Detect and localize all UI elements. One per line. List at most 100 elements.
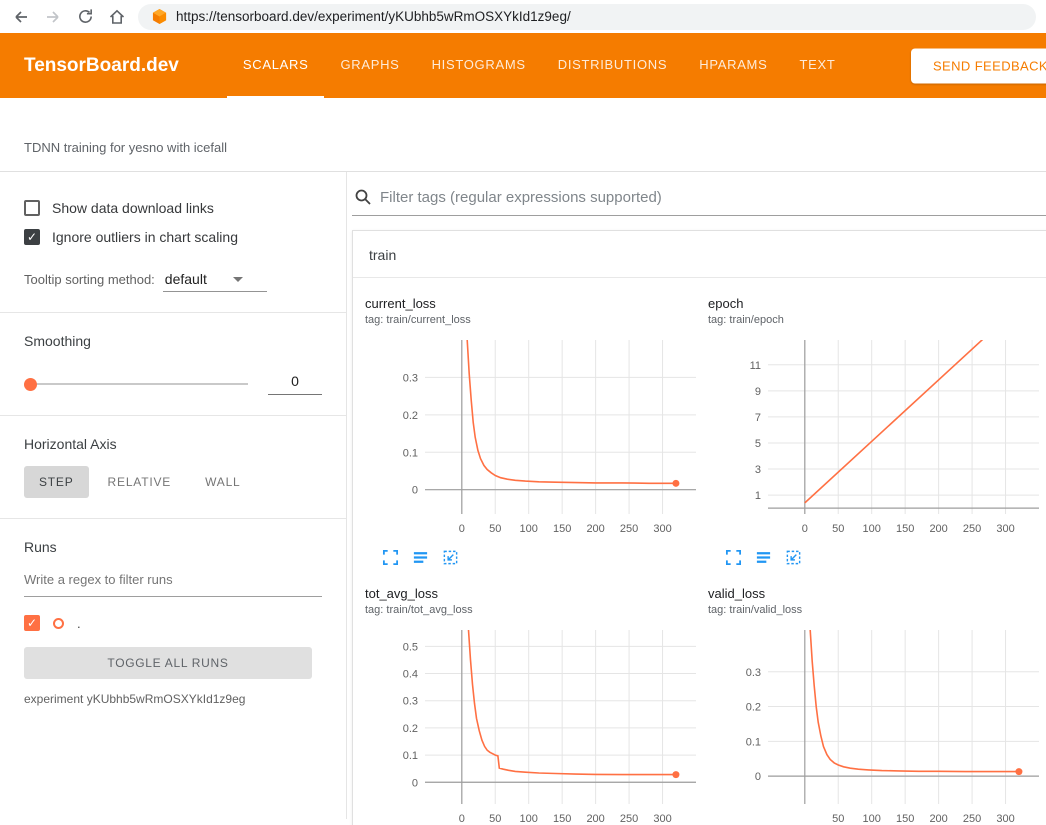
- svg-text:200: 200: [586, 523, 604, 535]
- svg-text:0.5: 0.5: [403, 641, 418, 653]
- tab-scalars[interactable]: SCALARS: [227, 33, 325, 98]
- show-download-links-checkbox-row[interactable]: Show data download links: [24, 200, 322, 216]
- svg-text:100: 100: [863, 523, 881, 535]
- tag-filter-field[interactable]: [352, 172, 1046, 216]
- run-checkbox-icon[interactable]: [24, 615, 40, 631]
- runs-filter-field[interactable]: [24, 571, 322, 597]
- svg-text:100: 100: [863, 813, 881, 825]
- svg-text:0.2: 0.2: [746, 702, 761, 714]
- smoothing-slider[interactable]: [24, 383, 248, 385]
- divider: [0, 415, 346, 416]
- svg-text:250: 250: [620, 813, 638, 825]
- tooltip-sorting-value: default: [165, 271, 207, 287]
- line-chart-tot-avg-loss[interactable]: 05010015020025030000.10.20.30.40.5: [365, 624, 702, 825]
- horizontal-axis-label: Horizontal Axis: [24, 436, 322, 452]
- chart-card-epoch: epoch tag: train/epoch 05010015020025030…: [708, 296, 1045, 568]
- svg-text:150: 150: [553, 523, 571, 535]
- svg-text:0: 0: [802, 523, 808, 535]
- svg-text:200: 200: [586, 813, 604, 825]
- run-color-swatch-icon: [53, 618, 64, 629]
- expand-chart-icon[interactable]: [723, 547, 744, 568]
- back-icon[interactable]: [10, 6, 32, 28]
- smoothing-label: Smoothing: [24, 333, 322, 349]
- svg-text:300: 300: [996, 813, 1014, 825]
- svg-text:50: 50: [832, 523, 844, 535]
- chart-title: current_loss: [365, 296, 702, 311]
- main-nav: SCALARS GRAPHS HISTOGRAMS DISTRIBUTIONS …: [227, 33, 852, 98]
- axis-relative-button[interactable]: RELATIVE: [93, 466, 187, 498]
- chart-card-tot-avg-loss: tot_avg_loss tag: train/tot_avg_loss 050…: [365, 586, 702, 825]
- svg-text:0.3: 0.3: [403, 696, 418, 708]
- expand-chart-icon[interactable]: [380, 547, 401, 568]
- address-bar[interactable]: https://tensorboard.dev/experiment/yKUbh…: [138, 4, 1036, 30]
- home-icon[interactable]: [106, 6, 128, 28]
- line-chart-valid-loss[interactable]: 5010015020025030000.10.20.3: [708, 624, 1045, 825]
- line-chart-current-loss[interactable]: 05010015020025030000.10.20.3: [365, 334, 702, 540]
- runs-label: Runs: [24, 539, 322, 555]
- scalars-dashboard: train current_loss tag: train/current_lo…: [347, 172, 1046, 819]
- runs-filter-input[interactable]: [24, 572, 322, 587]
- axis-step-button[interactable]: STEP: [24, 466, 89, 498]
- svg-text:0: 0: [459, 523, 465, 535]
- svg-text:200: 200: [929, 523, 947, 535]
- run-row[interactable]: .: [24, 615, 322, 631]
- runs-selector-icon[interactable]: [410, 547, 431, 568]
- tab-text[interactable]: TEXT: [783, 33, 851, 98]
- brand-logo: TensorBoard.dev: [24, 55, 179, 77]
- svg-text:3: 3: [755, 464, 761, 476]
- tab-distributions[interactable]: DISTRIBUTIONS: [542, 33, 684, 98]
- svg-text:100: 100: [520, 523, 538, 535]
- runs-selector-icon[interactable]: [753, 547, 774, 568]
- url-text: https://tensorboard.dev/experiment/yKUbh…: [176, 9, 571, 24]
- slider-thumb[interactable]: [24, 378, 37, 391]
- divider: [0, 312, 346, 313]
- tag-filter-input[interactable]: [380, 189, 1046, 206]
- tab-hparams[interactable]: HPARAMS: [683, 33, 783, 98]
- svg-text:0: 0: [755, 771, 761, 783]
- tensorboard-favicon: [152, 9, 167, 24]
- experiment-description: TDNN training for yesno with icefall: [0, 98, 1046, 172]
- send-feedback-button[interactable]: SEND FEEDBACK: [911, 48, 1046, 83]
- toggle-all-runs-button[interactable]: TOGGLE ALL RUNS: [24, 647, 312, 679]
- tooltip-sorting-dropdown[interactable]: default: [163, 271, 267, 292]
- chart-title: valid_loss: [708, 586, 1045, 601]
- checkbox-checked-icon[interactable]: [24, 229, 40, 245]
- ignore-outliers-checkbox-row[interactable]: Ignore outliers in chart scaling: [24, 229, 322, 245]
- show-download-links-label: Show data download links: [52, 200, 214, 216]
- chart-card-current-loss: current_loss tag: train/current_loss 050…: [365, 296, 702, 568]
- svg-text:250: 250: [963, 813, 981, 825]
- svg-text:0.3: 0.3: [746, 667, 761, 679]
- app-header: TensorBoard.dev SCALARS GRAPHS HISTOGRAM…: [0, 33, 1046, 98]
- line-chart-epoch[interactable]: 0501001502002503001357911: [708, 334, 1045, 540]
- axis-wall-button[interactable]: WALL: [190, 466, 255, 498]
- chart-tag: tag: train/valid_loss: [708, 604, 1045, 616]
- checkbox-unchecked-icon[interactable]: [24, 200, 40, 216]
- svg-text:0.3: 0.3: [403, 372, 418, 384]
- tab-graphs[interactable]: GRAPHS: [324, 33, 415, 98]
- svg-text:0: 0: [459, 813, 465, 825]
- search-icon: [354, 188, 372, 206]
- group-header-train[interactable]: train: [353, 231, 1046, 278]
- svg-text:250: 250: [620, 523, 638, 535]
- svg-text:150: 150: [896, 523, 914, 535]
- svg-text:300: 300: [996, 523, 1014, 535]
- svg-text:300: 300: [653, 523, 671, 535]
- reload-icon[interactable]: [74, 6, 96, 28]
- svg-text:11: 11: [750, 360, 761, 372]
- forward-icon[interactable]: [42, 6, 64, 28]
- tab-histograms[interactable]: HISTOGRAMS: [416, 33, 542, 98]
- smoothing-value-input[interactable]: 0: [268, 373, 322, 395]
- svg-text:0: 0: [412, 485, 418, 497]
- ignore-outliers-label: Ignore outliers in chart scaling: [52, 229, 238, 245]
- svg-text:50: 50: [832, 813, 844, 825]
- svg-text:0: 0: [412, 777, 418, 789]
- fit-domain-icon[interactable]: [440, 547, 461, 568]
- svg-text:1: 1: [755, 490, 761, 502]
- fit-domain-icon[interactable]: [783, 547, 804, 568]
- dropdown-arrow-icon: [233, 277, 243, 282]
- chart-card-valid-loss: valid_loss tag: train/valid_loss 5010015…: [708, 586, 1045, 825]
- divider: [0, 518, 346, 519]
- experiment-id-note: experiment yKUbhb5wRmOSXYkId1z9eg: [24, 692, 322, 706]
- svg-text:200: 200: [929, 813, 947, 825]
- chart-tag: tag: train/tot_avg_loss: [365, 604, 702, 616]
